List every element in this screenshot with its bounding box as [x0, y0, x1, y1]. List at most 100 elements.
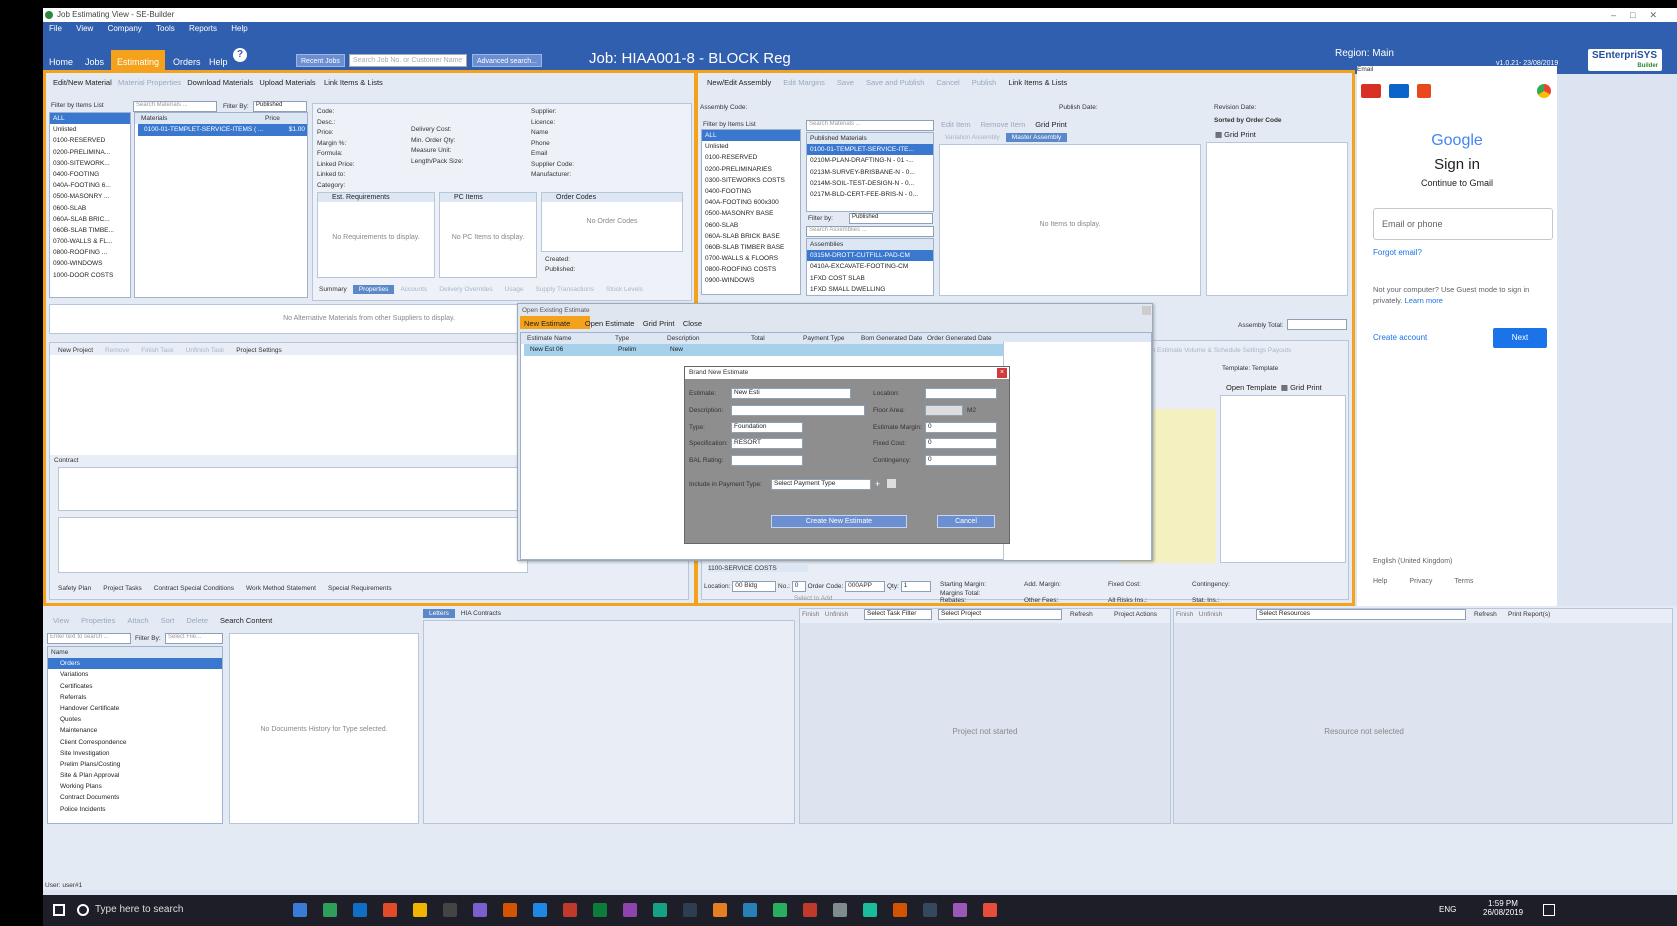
assembly-tree-item[interactable]: 060A-SLAB BRICK BASE: [702, 231, 800, 242]
document-type-item[interactable]: Working Plans: [48, 781, 222, 792]
document-type-item[interactable]: Site Investigation: [48, 748, 222, 759]
chrome-icon[interactable]: [1537, 84, 1551, 98]
documents-toolbar-button[interactable]: Sort: [161, 616, 175, 625]
assemblies-search[interactable]: Search Assemblies ...: [806, 226, 934, 237]
forgot-email-link[interactable]: Forgot email?: [1373, 248, 1422, 257]
language-select[interactable]: English (United Kingdom): [1373, 558, 1452, 565]
assembly-tree-item[interactable]: 0200-PRELIMINARIES: [702, 164, 800, 175]
learn-more-link[interactable]: Learn more: [1405, 296, 1443, 305]
open-estimate-button[interactable]: Open Estimate: [585, 319, 635, 328]
advanced-search-button[interactable]: Advanced search...: [472, 54, 542, 67]
search-icon[interactable]: [77, 904, 89, 916]
contingency-input[interactable]: 0: [925, 455, 997, 466]
taskbar-app-icon[interactable]: [443, 903, 457, 917]
document-type-item[interactable]: Certificates: [48, 681, 222, 692]
task-unfinish-button[interactable]: Unfinish: [825, 611, 848, 618]
tree-item[interactable]: 1000-DOOR COSTS: [50, 270, 130, 281]
tree-item[interactable]: 0500-MASONRY ...: [50, 191, 130, 202]
revision-grid-print[interactable]: ▦ Grid Print: [1215, 130, 1256, 139]
taskbar-app-icon[interactable]: [893, 903, 907, 917]
documents-toolbar-button[interactable]: Search Content: [220, 616, 272, 625]
footer-link[interactable]: Privacy: [1409, 578, 1432, 585]
tab-item[interactable]: New Project: [52, 346, 99, 355]
menu-reports[interactable]: Reports: [189, 24, 217, 33]
document-type-item[interactable]: Maintenance: [48, 725, 222, 736]
tab-item[interactable]: Accounts: [394, 285, 433, 294]
open-template-button[interactable]: Open Template: [1226, 383, 1277, 392]
tab-item[interactable]: Contract Special Conditions: [148, 584, 240, 593]
tab-item[interactable]: Project Settings: [230, 346, 288, 355]
assemblies-list[interactable]: Assemblies 0315M-DROTT-CUTFILL-PAD-CM 0410…: [806, 238, 934, 296]
assembly-toolbar-button[interactable]: New/Edit Assembly: [707, 78, 771, 87]
print-reports-button[interactable]: Print Report(s): [1508, 611, 1550, 618]
tree-item[interactable]: 0700-WALLS & FL...: [50, 236, 130, 247]
tab-letters[interactable]: Letters: [423, 609, 455, 618]
assembly-tree-item[interactable]: 0400-FOOTING: [702, 186, 800, 197]
assembly-tree-item[interactable]: 0900-WINDOWS: [702, 275, 800, 286]
assembly-tree-item[interactable]: ALL: [702, 130, 800, 142]
cancel-button[interactable]: Cancel: [937, 515, 995, 528]
taskbar-app-icon[interactable]: [383, 903, 397, 917]
document-type-item[interactable]: Contract Documents: [48, 792, 222, 803]
bal-rating-select[interactable]: [731, 455, 803, 466]
link-items-button[interactable]: Link Items & Lists: [324, 78, 383, 87]
column-header[interactable]: Bom Generated Date: [858, 333, 924, 344]
assembly-tree[interactable]: ALL Unlisted 0100-RESERVED 0200-PRELIMINARI…: [701, 129, 801, 295]
tab-hia-contracts[interactable]: HIA Contracts: [455, 609, 507, 618]
taskbar-app-icon[interactable]: [563, 903, 577, 917]
tab-item[interactable]: Supply Transactions: [529, 285, 600, 294]
assembly-item-button[interactable]: Edit Item: [941, 120, 971, 129]
tree-item[interactable]: 0300-SITEWORK...: [50, 158, 130, 169]
taskbar-app-icon[interactable]: [833, 903, 847, 917]
documents-tree[interactable]: Name Orders Variations Certificates Referral…: [47, 646, 223, 824]
estimate-margin-input[interactable]: 0: [925, 422, 997, 433]
taskbar-app-icon[interactable]: [773, 903, 787, 917]
tree-item[interactable]: 060B-SLAB TIMBE...: [50, 225, 130, 236]
taskbar-app-icon[interactable]: [473, 903, 487, 917]
next-button[interactable]: Next: [1493, 328, 1547, 348]
assembly-toolbar-button[interactable]: Edit Margins: [783, 78, 825, 87]
taskbar-app-icon[interactable]: [743, 903, 757, 917]
material-properties-button[interactable]: Material Properties: [118, 78, 181, 87]
taskbar-app-icon[interactable]: [293, 903, 307, 917]
close-button[interactable]: Close: [683, 319, 702, 328]
document-type-item[interactable]: Police Incidents: [48, 804, 222, 815]
location-select[interactable]: 00 Bldg: [732, 581, 777, 592]
tab-item[interactable]: Properties: [352, 285, 395, 294]
assembly-toolbar-button[interactable]: Save: [837, 78, 854, 87]
column-header[interactable]: Payment Type: [800, 333, 858, 344]
upload-materials-button[interactable]: Upload Materials: [259, 78, 315, 87]
clock[interactable]: 1:59 PM 26/08/2019: [1483, 899, 1523, 917]
tab-item[interactable]: Project Tasks: [97, 584, 148, 593]
documents-toolbar-button[interactable]: Delete: [186, 616, 208, 625]
email-input[interactable]: Email or phone: [1373, 208, 1553, 240]
documents-toolbar-button[interactable]: View: [53, 616, 69, 625]
assembly-toolbar-button[interactable]: Cancel: [936, 78, 959, 87]
tree-item[interactable]: Unlisted: [50, 124, 130, 135]
tab-item[interactable]: Stock Levels: [600, 285, 649, 294]
project-actions-button[interactable]: Project Actions: [1114, 611, 1157, 618]
tree-item[interactable]: 0600-SLAB: [50, 203, 130, 214]
grid-print-button[interactable]: Grid Print: [643, 319, 675, 328]
close-icon[interactable]: [1142, 306, 1151, 315]
filter-select[interactable]: Published: [253, 101, 307, 112]
menu-tools[interactable]: Tools: [156, 24, 175, 33]
column-header[interactable]: Order Generated Date: [924, 333, 992, 344]
tab-item[interactable]: Finish Task: [135, 346, 179, 355]
assembly-toolbar-button[interactable]: Link Items & Lists: [1008, 78, 1067, 87]
task-finish-button[interactable]: Finish: [802, 611, 819, 618]
list-item[interactable]: 0217M-BLD-CERT-FEE-BRIS-N - 0...: [807, 189, 933, 200]
tab-item[interactable]: Work Method Statement: [240, 584, 322, 593]
template-grid-print[interactable]: Grid Print: [1290, 383, 1322, 392]
list-item[interactable]: 1FXD SMALL DWELLING: [807, 284, 933, 295]
list-item[interactable]: 1FXD COST SLAB: [807, 273, 933, 284]
tree-item[interactable]: ALL: [50, 113, 130, 125]
resources-select[interactable]: Select Resources: [1256, 609, 1466, 620]
assembly-tree-item[interactable]: 040A-FOOTING 600x300: [702, 197, 800, 208]
table-row[interactable]: 0100-01-TEMPLET-SERVICE-ITEMS ( ... $1.00: [138, 124, 307, 136]
taskbar-app-icon[interactable]: [593, 903, 607, 917]
no-field[interactable]: 0: [791, 581, 806, 592]
window-controls[interactable]: –□✕: [1611, 8, 1671, 22]
notification-icon[interactable]: [1543, 904, 1555, 916]
assembly-tree-item[interactable]: 0600-SLAB: [702, 220, 800, 231]
